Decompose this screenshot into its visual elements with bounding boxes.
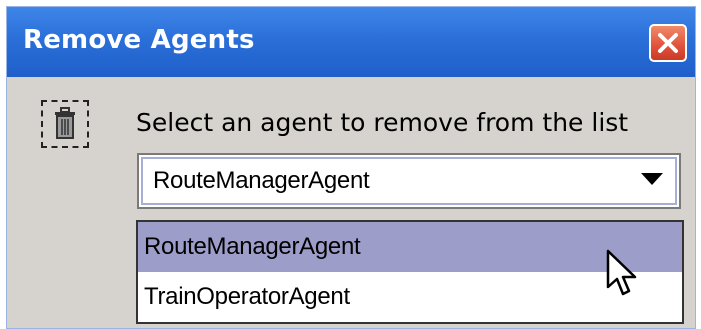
agent-select[interactable]: RouteManagerAgent: [137, 153, 681, 209]
agent-dropdown-list: RouteManagerAgent TrainOperatorAgent: [136, 220, 684, 324]
list-item-trainoperatoragent[interactable]: TrainOperatorAgent: [138, 272, 682, 322]
close-icon: [658, 33, 678, 53]
remove-agents-dialog: Remove Agents Select an agent to remove …: [6, 6, 696, 329]
list-item-routemanageragent[interactable]: RouteManagerAgent: [138, 222, 682, 272]
instruction-label: Select an agent to remove from the list: [136, 108, 629, 137]
chevron-down-icon[interactable]: [641, 173, 663, 185]
close-button[interactable]: [649, 24, 687, 62]
trash-icon: [41, 100, 89, 148]
window-title: Remove Agents: [23, 25, 255, 55]
agent-select-value: RouteManagerAgent: [153, 167, 370, 194]
dialog-body: Select an agent to remove from the list …: [7, 77, 695, 328]
title-bar[interactable]: Remove Agents: [7, 7, 695, 77]
